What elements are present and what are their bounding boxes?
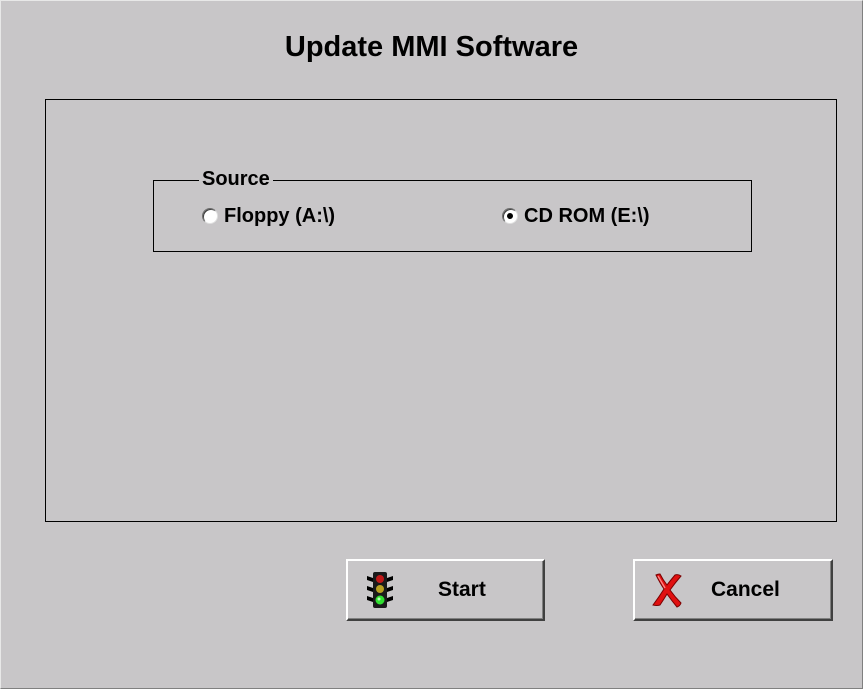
radio-floppy[interactable]: Floppy (A:\)	[202, 203, 335, 229]
radio-cdrom[interactable]: CD ROM (E:\)	[502, 203, 650, 229]
traffic-light-icon	[362, 570, 398, 610]
cancel-label: Cancel	[711, 578, 780, 601]
radio-floppy-label[interactable]: Floppy (A:\)	[224, 205, 335, 228]
source-legend: Source	[199, 167, 273, 191]
red-x-icon	[649, 570, 685, 610]
start-label: Start	[438, 578, 486, 601]
dialog-title: Update MMI Software	[284, 31, 579, 63]
start-button[interactable]: Start	[346, 559, 545, 621]
radio-cdrom-circle[interactable]	[502, 208, 518, 224]
radio-cdrom-label[interactable]: CD ROM (E:\)	[524, 205, 650, 228]
content-panel: Source Floppy (A:\) CD ROM (E:\)	[45, 99, 837, 522]
radio-selected-dot	[507, 213, 513, 219]
source-groupbox: Source Floppy (A:\) CD ROM (E:\)	[153, 167, 752, 252]
update-dialog: Update MMI Software Source Floppy (A:\) …	[0, 0, 863, 689]
cancel-button[interactable]: Cancel	[633, 559, 833, 621]
radio-floppy-circle[interactable]	[202, 208, 218, 224]
